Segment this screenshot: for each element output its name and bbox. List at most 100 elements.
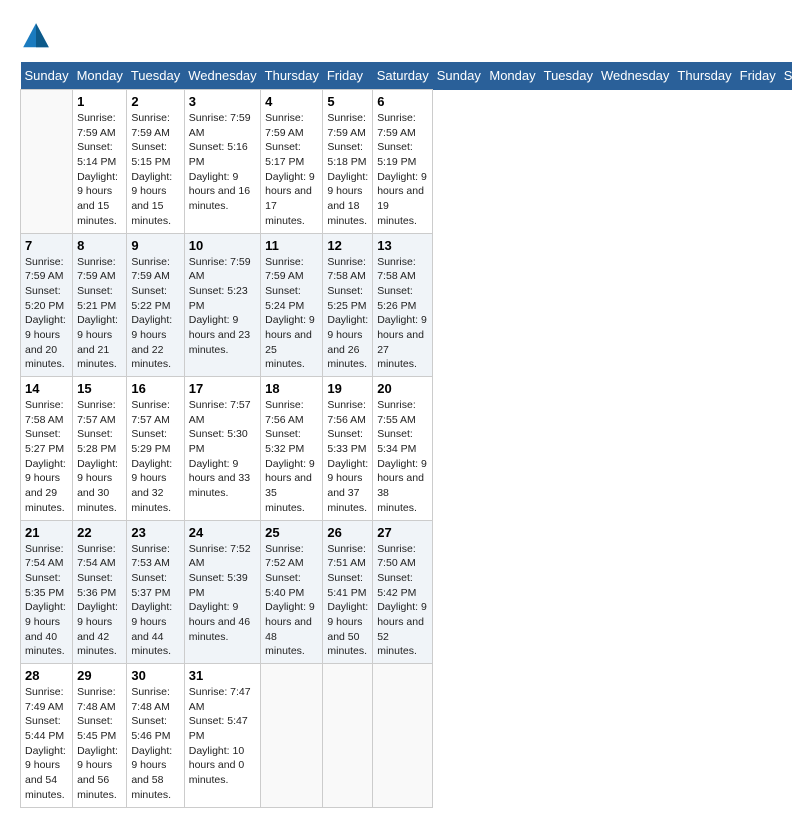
- day-info: Sunrise: 7:57 AMSunset: 5:30 PMDaylight:…: [189, 398, 256, 501]
- day-number: 19: [327, 381, 368, 396]
- day-info: Sunrise: 7:58 AMSunset: 5:26 PMDaylight:…: [377, 255, 428, 373]
- week-row-5: 28 Sunrise: 7:49 AMSunset: 5:44 PMDayligh…: [21, 664, 792, 808]
- day-number: 21: [25, 525, 68, 540]
- day-cell: 2 Sunrise: 7:59 AMSunset: 5:15 PMDaylight…: [127, 90, 184, 234]
- week-row-4: 21 Sunrise: 7:54 AMSunset: 5:35 PMDayligh…: [21, 520, 792, 664]
- day-cell: 19 Sunrise: 7:56 AMSunset: 5:33 PMDayligh…: [323, 377, 373, 521]
- header-friday: Friday: [323, 62, 373, 90]
- day-cell: 31 Sunrise: 7:47 AMSunset: 5:47 PMDayligh…: [184, 664, 260, 808]
- day-number: 22: [77, 525, 122, 540]
- day-number: 11: [265, 238, 318, 253]
- header-monday: Monday: [485, 62, 539, 90]
- day-cell: 30 Sunrise: 7:48 AMSunset: 5:46 PMDayligh…: [127, 664, 184, 808]
- day-info: Sunrise: 7:53 AMSunset: 5:37 PMDaylight:…: [131, 542, 179, 660]
- day-cell: 8 Sunrise: 7:59 AMSunset: 5:21 PMDaylight…: [73, 233, 127, 377]
- day-cell: 13 Sunrise: 7:58 AMSunset: 5:26 PMDayligh…: [373, 233, 433, 377]
- header-sunday: Sunday: [21, 62, 73, 90]
- day-cell: 15 Sunrise: 7:57 AMSunset: 5:28 PMDayligh…: [73, 377, 127, 521]
- logo: [20, 20, 56, 52]
- header-tuesday: Tuesday: [540, 62, 597, 90]
- day-cell: 21 Sunrise: 7:54 AMSunset: 5:35 PMDayligh…: [21, 520, 73, 664]
- day-number: 16: [131, 381, 179, 396]
- day-number: 4: [265, 94, 318, 109]
- day-cell: [323, 664, 373, 808]
- day-number: 29: [77, 668, 122, 683]
- day-number: 9: [131, 238, 179, 253]
- week-row-1: 1 Sunrise: 7:59 AMSunset: 5:14 PMDaylight…: [21, 90, 792, 234]
- day-info: Sunrise: 7:55 AMSunset: 5:34 PMDaylight:…: [377, 398, 428, 516]
- day-info: Sunrise: 7:52 AMSunset: 5:39 PMDaylight:…: [189, 542, 256, 645]
- page-header: [20, 20, 772, 52]
- day-number: 31: [189, 668, 256, 683]
- day-cell: 20 Sunrise: 7:55 AMSunset: 5:34 PMDayligh…: [373, 377, 433, 521]
- day-number: 13: [377, 238, 428, 253]
- day-info: Sunrise: 7:59 AMSunset: 5:19 PMDaylight:…: [377, 111, 428, 229]
- day-number: 1: [77, 94, 122, 109]
- day-number: 15: [77, 381, 122, 396]
- day-info: Sunrise: 7:49 AMSunset: 5:44 PMDaylight:…: [25, 685, 68, 803]
- header-row: SundayMondayTuesdayWednesdayThursdayFrid…: [21, 62, 792, 90]
- header-saturday: Saturday: [780, 62, 792, 90]
- header-thursday: Thursday: [673, 62, 735, 90]
- day-cell: [373, 664, 433, 808]
- day-cell: 26 Sunrise: 7:51 AMSunset: 5:41 PMDayligh…: [323, 520, 373, 664]
- day-number: 8: [77, 238, 122, 253]
- day-cell: 4Sunrise: 7:59 AMSunset: 5:17 PMDaylight…: [261, 90, 323, 234]
- day-info: Sunrise: 7:59 AMSunset: 5:24 PMDaylight:…: [265, 255, 318, 373]
- day-cell: 28 Sunrise: 7:49 AMSunset: 5:44 PMDayligh…: [21, 664, 73, 808]
- day-info: Sunrise: 7:56 AMSunset: 5:33 PMDaylight:…: [327, 398, 368, 516]
- day-cell: 25 Sunrise: 7:52 AMSunset: 5:40 PMDayligh…: [261, 520, 323, 664]
- day-number: 6: [377, 94, 428, 109]
- day-info: Sunrise: 7:59 AMSunset: 5:22 PMDaylight:…: [131, 255, 179, 373]
- day-info: Sunrise: 7:59 AMSunset: 5:14 PMDaylight:…: [77, 111, 122, 229]
- day-info: Sunrise: 7:59 AMSunset: 5:23 PMDaylight:…: [189, 255, 256, 358]
- day-cell: 16 Sunrise: 7:57 AMSunset: 5:29 PMDayligh…: [127, 377, 184, 521]
- day-number: 20: [377, 381, 428, 396]
- day-cell: [261, 664, 323, 808]
- day-cell: 7Sunrise: 7:59 AMSunset: 5:20 PMDaylight…: [21, 233, 73, 377]
- header-wednesday: Wednesday: [184, 62, 260, 90]
- day-number: 25: [265, 525, 318, 540]
- day-info: Sunrise: 7:59 AMSunset: 5:15 PMDaylight:…: [131, 111, 179, 229]
- day-number: 12: [327, 238, 368, 253]
- day-number: 3: [189, 94, 256, 109]
- day-info: Sunrise: 7:59 AMSunset: 5:18 PMDaylight:…: [327, 111, 368, 229]
- day-cell: 5Sunrise: 7:59 AMSunset: 5:18 PMDaylight…: [323, 90, 373, 234]
- day-info: Sunrise: 7:54 AMSunset: 5:35 PMDaylight:…: [25, 542, 68, 660]
- day-cell: 14Sunrise: 7:58 AMSunset: 5:27 PMDayligh…: [21, 377, 73, 521]
- day-number: 28: [25, 668, 68, 683]
- day-number: 23: [131, 525, 179, 540]
- day-cell: 12 Sunrise: 7:58 AMSunset: 5:25 PMDayligh…: [323, 233, 373, 377]
- day-info: Sunrise: 7:50 AMSunset: 5:42 PMDaylight:…: [377, 542, 428, 660]
- day-cell: 24Sunrise: 7:52 AMSunset: 5:39 PMDayligh…: [184, 520, 260, 664]
- day-cell: 11 Sunrise: 7:59 AMSunset: 5:24 PMDayligh…: [261, 233, 323, 377]
- day-info: Sunrise: 7:51 AMSunset: 5:41 PMDaylight:…: [327, 542, 368, 660]
- day-number: 18: [265, 381, 318, 396]
- day-cell: [21, 90, 73, 234]
- day-info: Sunrise: 7:47 AMSunset: 5:47 PMDaylight:…: [189, 685, 256, 788]
- day-info: Sunrise: 7:48 AMSunset: 5:46 PMDaylight:…: [131, 685, 179, 803]
- day-cell: 10Sunrise: 7:59 AMSunset: 5:23 PMDayligh…: [184, 233, 260, 377]
- day-number: 26: [327, 525, 368, 540]
- day-info: Sunrise: 7:59 AMSunset: 5:16 PMDaylight:…: [189, 111, 256, 214]
- day-info: Sunrise: 7:59 AMSunset: 5:21 PMDaylight:…: [77, 255, 122, 373]
- day-info: Sunrise: 7:48 AMSunset: 5:45 PMDaylight:…: [77, 685, 122, 803]
- header-wednesday: Wednesday: [597, 62, 673, 90]
- day-number: 17: [189, 381, 256, 396]
- header-friday: Friday: [736, 62, 780, 90]
- header-tuesday: Tuesday: [127, 62, 184, 90]
- day-cell: 9 Sunrise: 7:59 AMSunset: 5:22 PMDaylight…: [127, 233, 184, 377]
- day-cell: 17 Sunrise: 7:57 AMSunset: 5:30 PMDayligh…: [184, 377, 260, 521]
- week-row-2: 7Sunrise: 7:59 AMSunset: 5:20 PMDaylight…: [21, 233, 792, 377]
- day-cell: 18 Sunrise: 7:56 AMSunset: 5:32 PMDayligh…: [261, 377, 323, 521]
- day-info: Sunrise: 7:58 AMSunset: 5:25 PMDaylight:…: [327, 255, 368, 373]
- day-info: Sunrise: 7:52 AMSunset: 5:40 PMDaylight:…: [265, 542, 318, 660]
- day-info: Sunrise: 7:57 AMSunset: 5:28 PMDaylight:…: [77, 398, 122, 516]
- day-info: Sunrise: 7:57 AMSunset: 5:29 PMDaylight:…: [131, 398, 179, 516]
- day-cell: 23 Sunrise: 7:53 AMSunset: 5:37 PMDayligh…: [127, 520, 184, 664]
- day-info: Sunrise: 7:58 AMSunset: 5:27 PMDaylight:…: [25, 398, 68, 516]
- day-number: 2: [131, 94, 179, 109]
- day-number: 30: [131, 668, 179, 683]
- day-cell: 22Sunrise: 7:54 AMSunset: 5:36 PMDayligh…: [73, 520, 127, 664]
- day-info: Sunrise: 7:56 AMSunset: 5:32 PMDaylight:…: [265, 398, 318, 516]
